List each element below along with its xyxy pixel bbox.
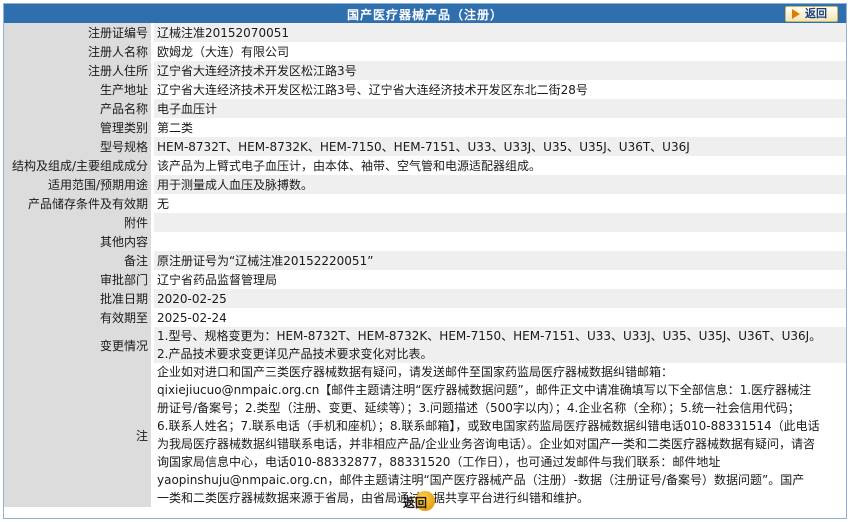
field-label: 审批部门 (4, 270, 154, 289)
field-label: 附件 (4, 213, 154, 232)
field-value: 辽宁省大连经济技术开发区松江路3号、辽宁省大连经济技术开发区东北二街28号 (152, 80, 846, 99)
title-bar: 国产医疗器械产品（注册） 返回 (4, 4, 846, 23)
field-value: 第二类 (152, 118, 846, 137)
field-value: 用于测量成人血压及脉搏数。 (152, 175, 846, 194)
back-button-label: 返回 (805, 7, 827, 20)
field-label: 产品储存条件及有效期 (4, 194, 154, 213)
table-row: 产品名称 电子血压计 (4, 99, 846, 118)
field-label: 注册人名称 (4, 42, 154, 61)
note-line: yaopinshuju@nmpaic.org.cn，邮件主题请注明“国产医疗器械… (157, 473, 805, 487)
table-row: 有效期至 2025-02-24 (4, 308, 846, 327)
table-row: 备注 原注册证号为“辽械注准20152220051” (4, 251, 846, 270)
note-line: 一类和二类医疗器械数据来源于省局，由省局通过数据共享平台进行纠错和维护。 (157, 491, 590, 505)
field-label: 注册证编号 (4, 23, 154, 42)
changes-row: 变更情况 1.型号、规格变更为：HEM-8732T、HEM-8732K、HEM-… (4, 327, 846, 363)
field-value: 2020-02-25 (152, 289, 846, 308)
note-row: 注 企业如对进口和国产三类医疗器械数据有疑问，请发送邮件至国家药监局医疗器械数据… (4, 363, 846, 507)
field-label: 备注 (4, 251, 154, 270)
field-value: HEM-8732T、HEM-8732K、HEM-7150、HEM-7151、U3… (152, 137, 846, 156)
field-label: 产品名称 (4, 99, 154, 118)
note-label: 注 (4, 363, 154, 507)
field-label: 批准日期 (4, 289, 154, 308)
note-line: 为我局医疗器械数据纠错联系电话，并非相应产品/企业业务咨询电话）。企业如对国产一… (157, 437, 816, 451)
page-title: 国产医疗器械产品（注册） (346, 8, 503, 22)
note-line: 6.联系人姓名；7.联系电话（手机和座机）；8.联系邮箱】，或致电国家药监局医疗… (157, 419, 820, 433)
arrow-right-icon (792, 9, 800, 19)
changes-line: 1.型号、规格变更为：HEM-8732T、HEM-8732K、HEM-7150、… (157, 329, 822, 343)
table-row: 适用范围/预期用途 用于测量成人血压及脉搏数。 (4, 175, 846, 194)
detail-table: 注册证编号 辽械注准20152070051 注册人名称 欧姆龙（大连）有限公司 … (4, 23, 846, 507)
table-row: 结构及组成/主要组成成分 该产品为上臂式电子血压计，由本体、袖带、空气管和电源适… (4, 156, 846, 175)
field-value (152, 232, 846, 251)
field-label: 生产地址 (4, 80, 154, 99)
table-row: 注册人住所 辽宁省大连经济技术开发区松江路3号 (4, 61, 846, 80)
table-row: 管理类别 第二类 (4, 118, 846, 137)
note-value: 企业如对进口和国产三类医疗器械数据有疑问，请发送邮件至国家药监局医疗器械数据纠错… (152, 363, 846, 507)
field-label: 注册人住所 (4, 61, 154, 80)
table-row: 批准日期 2020-02-25 (4, 289, 846, 308)
table-row: 其他内容 (4, 232, 846, 251)
changes-line: 2.产品技术要求变更详见产品技术要求变化对比表。 (157, 347, 433, 361)
table-row: 产品储存条件及有效期 无 (4, 194, 846, 213)
field-label: 有效期至 (4, 308, 154, 327)
note-line: 企业如对进口和国产三类医疗器械数据有疑问，请发送邮件至国家药监局医疗器械数据纠错… (157, 365, 674, 379)
field-label: 其他内容 (4, 232, 154, 251)
field-value: 电子血压计 (152, 99, 846, 118)
field-value: 辽宁省大连经济技术开发区松江路3号 (152, 61, 846, 80)
field-value: 无 (152, 194, 846, 213)
field-label: 型号规格 (4, 137, 154, 156)
table-row: 型号规格 HEM-8732T、HEM-8732K、HEM-7150、HEM-71… (4, 137, 846, 156)
changes-value: 1.型号、规格变更为：HEM-8732T、HEM-8732K、HEM-7150、… (152, 327, 846, 363)
field-value: 2025-02-24 (152, 308, 846, 327)
field-label: 结构及组成/主要组成成分 (4, 156, 154, 175)
table-row: 注册人名称 欧姆龙（大连）有限公司 (4, 42, 846, 61)
back-button-top[interactable]: 返回 (785, 6, 838, 22)
field-label: 管理类别 (4, 118, 154, 137)
changes-label: 变更情况 (4, 327, 154, 363)
field-value (152, 213, 846, 232)
field-value: 该产品为上臂式电子血压计，由本体、袖带、空气管和电源适配器组成。 (152, 156, 846, 175)
table-row: 生产地址 辽宁省大连经济技术开发区松江路3号、辽宁省大连经济技术开发区东北二街2… (4, 80, 846, 99)
field-value: 欧姆龙（大连）有限公司 (152, 42, 846, 61)
field-value: 辽械注准20152070051 (152, 23, 846, 42)
note-line: 询国家局信息中心，电话010-88332877，88331520（工作日），也可… (157, 455, 721, 469)
back-button-bottom-label: 返回 (403, 496, 428, 510)
note-line: qixiejiucuo@nmpaic.org.cn【邮件主题请注明“医疗器械数据… (157, 383, 812, 397)
table-row: 注册证编号 辽械注准20152070051 (4, 23, 846, 42)
field-value: 原注册证号为“辽械注准20152220051” (152, 251, 846, 270)
field-value: 辽宁省药品监督管理局 (152, 270, 846, 289)
table-row: 审批部门 辽宁省药品监督管理局 (4, 270, 846, 289)
note-line: 册证号/备案号；2.类型（注册、变更、延续等）；3.问题描述（500字以内）；4… (157, 401, 800, 415)
back-button-bottom[interactable]: 返回 (403, 491, 435, 512)
field-label: 适用范围/预期用途 (4, 175, 154, 194)
table-row: 附件 (4, 213, 846, 232)
